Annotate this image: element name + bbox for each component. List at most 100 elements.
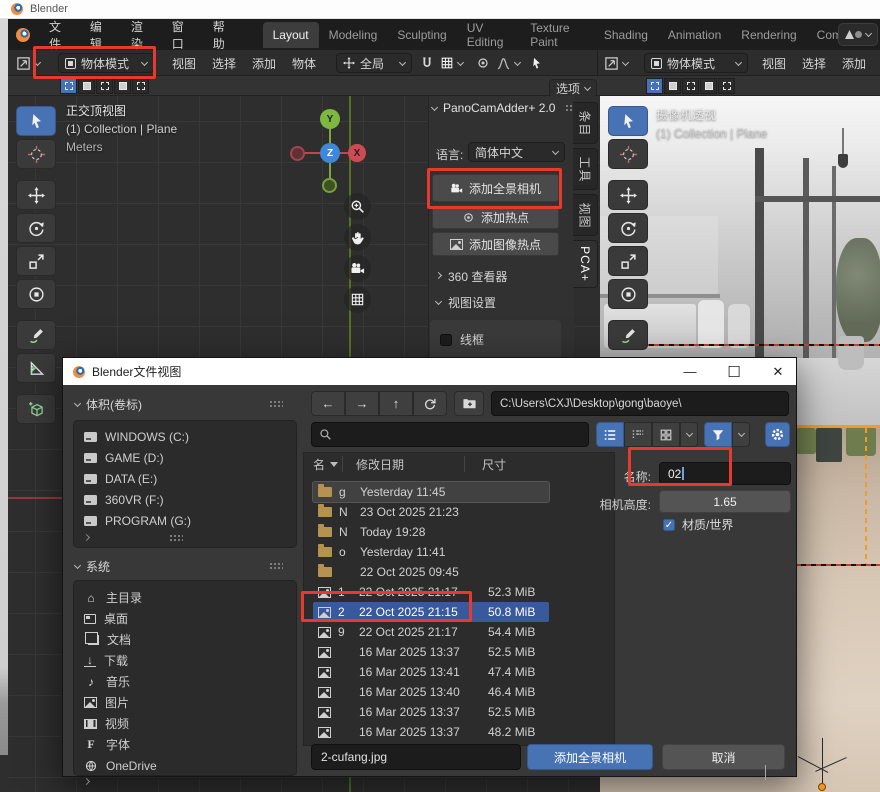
material-world-row[interactable]: ✓ 材质/世界: [663, 516, 733, 533]
menu-select-left[interactable]: 选择: [212, 53, 236, 73]
gizmo-minus-y-ball[interactable]: [322, 178, 337, 193]
tool-annotate[interactable]: [608, 320, 648, 350]
tab-animation[interactable]: Animation: [658, 22, 731, 48]
tool-measure[interactable]: [16, 353, 56, 383]
filter-settings-dropdown[interactable]: [732, 422, 750, 447]
volume-item[interactable]: WINDOWS (C:): [74, 426, 296, 447]
refresh-button[interactable]: [413, 391, 447, 416]
file-row[interactable]: N23 Oct 2025 21:23: [313, 502, 549, 522]
editor-type-button-right[interactable]: [604, 53, 628, 73]
select-lasso-button[interactable]: [700, 78, 717, 94]
close-button[interactable]: ✕: [756, 358, 800, 385]
display-settings-dropdown[interactable]: [680, 422, 698, 447]
select-tweak-button[interactable]: [646, 78, 663, 94]
menu-view-left[interactable]: 视图: [172, 53, 196, 73]
snap-target-dropdown[interactable]: [440, 53, 463, 73]
tab-rendering[interactable]: Rendering: [731, 22, 806, 48]
tab-view[interactable]: 视图: [573, 194, 598, 236]
volume-item[interactable]: GAME (D:): [74, 447, 296, 468]
wireframe-checkbox[interactable]: [440, 334, 452, 346]
tool-cursor[interactable]: [608, 139, 648, 169]
tool-transform[interactable]: [608, 279, 648, 309]
tool-cursor[interactable]: [16, 139, 56, 169]
menu-add-left[interactable]: 添加: [252, 53, 276, 73]
volumes-expand[interactable]: [74, 531, 296, 545]
gizmo-z-ball[interactable]: Z: [320, 143, 340, 163]
collapse-chevron-icon[interactable]: [765, 765, 766, 779]
select-lasso-button[interactable]: [114, 78, 131, 94]
volumes-section-header[interactable]: 体积(卷标): [75, 396, 142, 413]
camera-view-button[interactable]: [344, 255, 371, 282]
confirm-add-pano-camera-button[interactable]: 添加全景相机: [527, 744, 653, 770]
tab-pca[interactable]: PCA+: [573, 240, 598, 288]
scene-selector[interactable]: [838, 23, 878, 46]
add-image-hotspot-button[interactable]: 添加图像热点: [432, 232, 559, 256]
ortho-grid-button[interactable]: [344, 286, 371, 313]
cancel-button[interactable]: 取消: [662, 744, 785, 770]
system-item-onedrive[interactable]: OneDrive: [74, 755, 296, 776]
file-row[interactable]: 22 Oct 2025 09:45: [313, 562, 549, 582]
path-field[interactable]: C:\Users\CXJ\Desktop\gong\baoye\: [491, 391, 789, 416]
section-360-viewer[interactable]: 360 查看器: [436, 268, 507, 285]
vertical-list-button[interactable]: [596, 422, 624, 447]
tool-transform[interactable]: [16, 279, 56, 309]
blender-menu-icon[interactable]: [16, 28, 30, 42]
section-view-settings[interactable]: 视图设置: [436, 294, 496, 311]
tool-select-box[interactable]: [16, 106, 56, 136]
file-row[interactable]: NToday 19:28: [313, 522, 549, 542]
menu-object-left[interactable]: 物体: [292, 53, 316, 73]
snap-toggle[interactable]: [420, 53, 434, 73]
panel-header[interactable]: PanoCamAdder+ 2.0: [432, 101, 579, 115]
menu-add-right[interactable]: 添加: [842, 53, 866, 73]
system-section-header[interactable]: 系统: [75, 558, 110, 575]
tool-scale[interactable]: [16, 246, 56, 276]
menu-view-right[interactable]: 视图: [762, 53, 786, 73]
zoom-button[interactable]: [344, 193, 371, 220]
tool-rotate[interactable]: [16, 213, 56, 243]
gizmo-x-ball[interactable]: X: [348, 144, 366, 162]
select-mode-button[interactable]: [132, 78, 149, 94]
thumbnail-button[interactable]: [652, 422, 680, 447]
mode-dropdown-right[interactable]: 物体模式: [644, 53, 748, 73]
language-dropdown[interactable]: 简体中文: [468, 142, 565, 162]
select-circle-button[interactable]: [682, 78, 699, 94]
file-row[interactable]: 922 Oct 2025 21:1754.4 MiB: [313, 622, 549, 642]
wireframe-row[interactable]: 线框: [440, 331, 484, 348]
tool-rotate[interactable]: [608, 213, 648, 243]
show-gizmo-icon[interactable]: [530, 53, 543, 73]
select-mode-button[interactable]: [718, 78, 735, 94]
tool-move[interactable]: [608, 180, 648, 210]
tab-tool[interactable]: 工具: [573, 148, 598, 190]
system-item-documents[interactable]: 文档: [74, 629, 296, 650]
gizmo-y-ball[interactable]: Y: [320, 109, 340, 129]
select-tweak-button[interactable]: [60, 78, 77, 94]
column-name[interactable]: 名: [313, 456, 325, 473]
menu-select-right[interactable]: 选择: [802, 53, 826, 73]
tool-select-box[interactable]: [608, 106, 648, 136]
select-circle-button[interactable]: [96, 78, 113, 94]
settings-gear-button[interactable]: [765, 422, 790, 447]
horizontal-list-button[interactable]: [624, 422, 652, 447]
tab-layout[interactable]: Layout: [263, 22, 319, 48]
file-row[interactable]: gYesterday 11:45: [313, 482, 549, 502]
column-size[interactable]: 尺寸: [482, 456, 506, 473]
camera-height-slider[interactable]: 1.65: [659, 490, 791, 513]
tab-shading[interactable]: Shading: [594, 22, 658, 48]
filter-button[interactable]: [704, 422, 732, 447]
maximize-button[interactable]: ☐: [712, 358, 756, 385]
back-button[interactable]: ←: [311, 391, 345, 416]
file-row[interactable]: 16 Mar 2025 13:3752.5 MiB: [313, 642, 549, 662]
column-date[interactable]: 修改日期: [356, 456, 404, 473]
tab-texture-paint[interactable]: Texture Paint: [520, 15, 594, 55]
tool-move[interactable]: [16, 180, 56, 210]
file-row[interactable]: 16 Mar 2025 13:4147.4 MiB: [313, 662, 549, 682]
system-expand[interactable]: [74, 776, 296, 788]
system-item-fonts[interactable]: F字体: [74, 734, 296, 755]
tab-sculpting[interactable]: Sculpting: [387, 22, 456, 48]
tab-item[interactable]: 条目: [573, 102, 598, 144]
tab-uv-editing[interactable]: UV Editing: [457, 15, 520, 55]
system-item-music[interactable]: ♪音乐: [74, 671, 296, 692]
volume-item[interactable]: DATA (E:): [74, 468, 296, 489]
new-folder-button[interactable]: [454, 391, 484, 416]
file-row[interactable]: oYesterday 11:41: [313, 542, 549, 562]
